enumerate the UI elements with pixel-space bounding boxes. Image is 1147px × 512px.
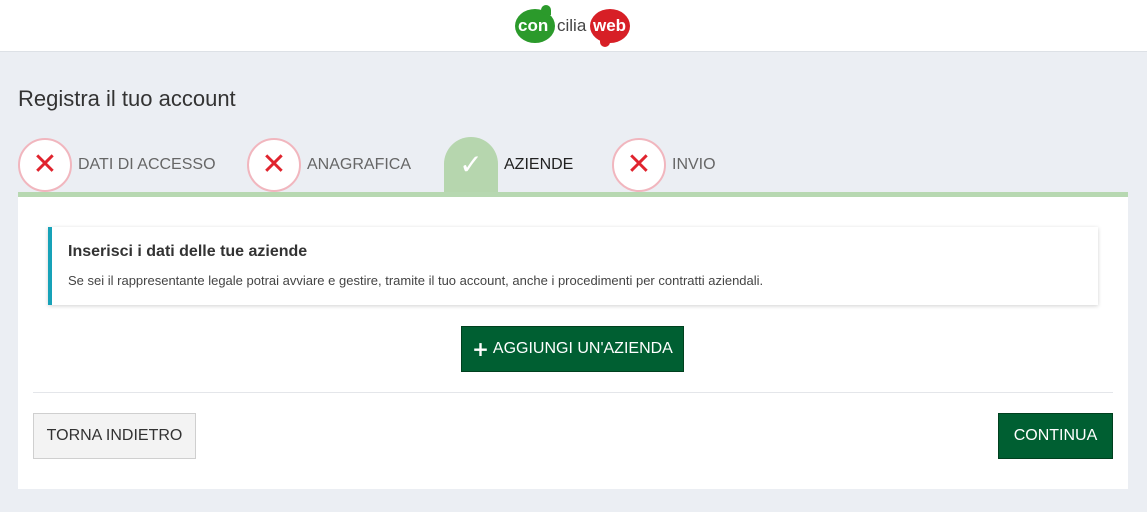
check-icon: ✓ <box>459 147 483 181</box>
step-dati-di-accesso[interactable]: ✕ DATI DI ACCESSO <box>18 137 216 192</box>
step-status-circle: ✕ <box>18 137 72 192</box>
page-title: Registra il tuo account <box>18 86 236 111</box>
step-anagrafica[interactable]: ✕ ANAGRAFICA <box>247 137 411 192</box>
logo-text-web: web <box>593 16 627 35</box>
step-invio[interactable]: ✕ INVIO <box>612 137 716 192</box>
conciliaweb-logo[interactable]: con cilia web <box>515 5 630 47</box>
divider <box>33 392 1113 393</box>
logo-text-cilia: cilia <box>557 16 587 35</box>
plus-icon: + <box>472 337 489 361</box>
step-aziende[interactable]: ✓ AZIENDE <box>444 137 573 192</box>
step-label: DATI DI ACCESSO <box>78 155 216 173</box>
add-company-button[interactable]: + AGGIUNGI UN'AZIENDA <box>461 326 684 372</box>
continue-button[interactable]: CONTINUA <box>998 413 1113 459</box>
info-title: Inserisci i dati delle tue aziende <box>68 243 308 260</box>
back-button[interactable]: TORNA INDIETRO <box>33 413 196 459</box>
info-callout: Inserisci i dati delle tue aziende Se se… <box>48 227 1098 305</box>
close-icon: ✕ <box>626 146 652 182</box>
registration-stepper: ✕ DATI DI ACCESSO ✕ ANAGRAFICA ✓ AZIENDE… <box>18 137 1128 197</box>
step-label: AZIENDE <box>504 155 574 173</box>
info-text: Se sei il rappresentante legale potrai a… <box>68 273 764 288</box>
step-status-circle: ✓ <box>444 137 498 192</box>
close-icon: ✕ <box>32 146 58 182</box>
top-header: con cilia web <box>0 0 1147 52</box>
close-icon: ✕ <box>261 146 287 182</box>
add-company-label: AGGIUNGI UN'AZIENDA <box>492 340 673 357</box>
step-label: INVIO <box>672 155 716 173</box>
step-status-circle: ✕ <box>247 137 301 192</box>
form-card: Inserisci i dati delle tue aziende Se se… <box>18 197 1128 489</box>
logo-text-con: con <box>518 16 549 35</box>
step-label: ANAGRAFICA <box>307 155 412 173</box>
step-status-circle: ✕ <box>612 137 666 192</box>
